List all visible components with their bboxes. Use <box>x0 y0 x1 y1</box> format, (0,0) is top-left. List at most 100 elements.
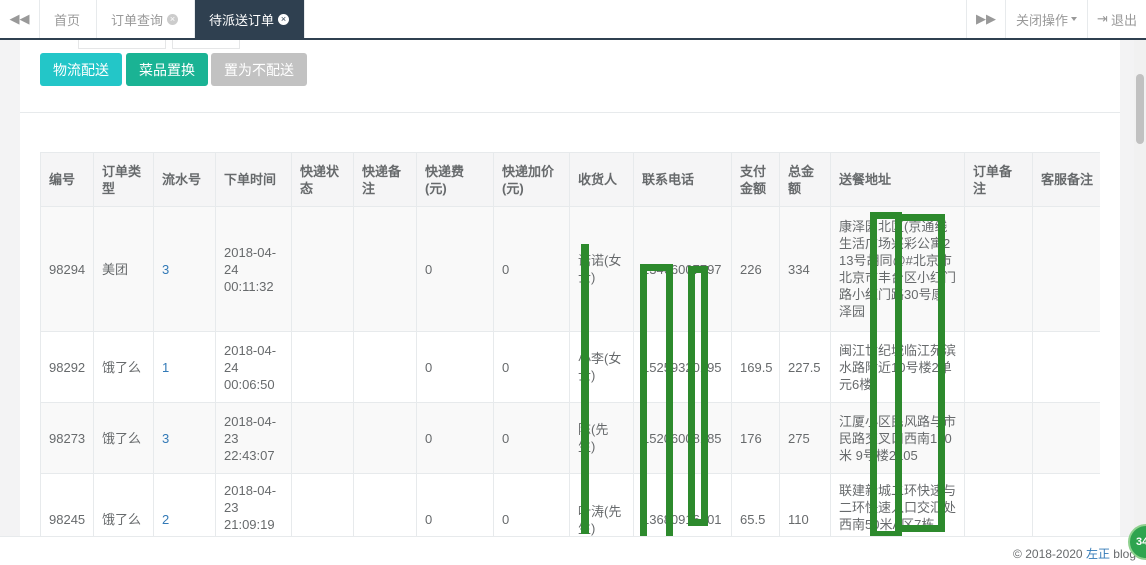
cell-serial: 1 <box>153 331 216 403</box>
cell-order-note <box>964 206 1033 332</box>
serial-link[interactable]: 3 <box>162 431 169 446</box>
cell-express-fee: 0 <box>416 402 494 474</box>
divider <box>20 112 1120 113</box>
redaction-mark <box>640 264 673 550</box>
col-header: 下单时间 <box>215 152 292 207</box>
col-header: 流水号 <box>153 152 216 207</box>
scroll-tabs-right-button[interactable]: ▶▶ <box>966 0 1006 38</box>
cell-service-note <box>1032 402 1100 474</box>
cell-type: 饿了么 <box>93 402 154 474</box>
cell-type: 饿了么 <box>93 331 154 403</box>
set-no-delivery-button[interactable]: 置为不配送 <box>211 53 307 86</box>
cell-service-note <box>1032 331 1100 403</box>
cell-pay: 226 <box>731 206 780 332</box>
cell-serial: 3 <box>153 402 216 474</box>
logout-icon: ⇥ <box>1097 11 1108 26</box>
cell-express-add: 0 <box>493 206 570 332</box>
footer: © 2018-2020 左正 blog <box>0 536 1146 565</box>
cell-express-add: 0 <box>493 473 570 536</box>
redaction-mark <box>688 266 708 526</box>
cell-express-status <box>291 402 354 474</box>
cell-id: 98292 <box>40 331 94 403</box>
author-link[interactable]: 左正 <box>1086 547 1110 561</box>
tab-bar: ◀◀ 首页 订单查询 × 待派送订单 × ▶▶ 关闭操作 ⇥ 退出 <box>0 0 1146 40</box>
cell-express-note <box>353 206 417 332</box>
cell-type: 美团 <box>93 206 154 332</box>
serial-link[interactable]: 1 <box>162 360 169 375</box>
cell-id: 98245 <box>40 473 94 536</box>
cell-order-note <box>964 331 1033 403</box>
col-header: 快递状态 <box>291 152 354 207</box>
cell-service-note <box>1032 473 1100 536</box>
close-operations-dropdown[interactable]: 关闭操作 <box>1006 0 1088 38</box>
tab-pending-orders[interactable]: 待派送订单 × <box>195 0 305 38</box>
copyright: © 2018-2020 左正 blog <box>1013 547 1136 561</box>
redaction-mark <box>581 244 589 534</box>
cell-order-note <box>964 402 1033 474</box>
cell-receiver: 叶涛(先生) <box>569 473 634 536</box>
cell-time: 2018-04-23 22:43:07 <box>215 402 292 474</box>
col-header: 订单备注 <box>964 152 1033 207</box>
cell-total: 227.5 <box>779 331 831 403</box>
cell-receiver: 小李(女士) <box>569 331 634 403</box>
cell-express-note <box>353 402 417 474</box>
cell-id: 98294 <box>40 206 94 332</box>
cell-serial: 2 <box>153 473 216 536</box>
cell-receiver: 诺诺(女士) <box>569 206 634 332</box>
cell-type: 饿了么 <box>93 473 154 536</box>
caret-down-icon <box>1071 17 1077 21</box>
cell-pay: 169.5 <box>731 331 780 403</box>
table-header-row: 编号 订单类型 流水号 下单时间 快递状态 快递备注 快递费(元) 快递加价(元… <box>40 152 1100 207</box>
cell-total: 334 <box>779 206 831 332</box>
dish-replace-button[interactable]: 菜品置换 <box>126 53 208 86</box>
col-header: 快递加价(元) <box>493 152 570 207</box>
col-header: 收货人 <box>569 152 634 207</box>
col-header: 快递费(元) <box>416 152 494 207</box>
cell-express-status <box>291 331 354 403</box>
col-header: 订单类型 <box>93 152 154 207</box>
tab-order-query[interactable]: 订单查询 × <box>97 0 195 38</box>
redaction-mark <box>895 214 945 532</box>
content-panel: 物流配送 菜品置换 置为不配送 编号 订单类型 流水号 下单时间 快递状态 快递… <box>20 40 1120 536</box>
cell-express-status <box>291 473 354 536</box>
cell-pay: 65.5 <box>731 473 780 536</box>
logistics-delivery-button[interactable]: 物流配送 <box>40 53 122 86</box>
cell-order-note <box>964 473 1033 536</box>
cell-express-status <box>291 206 354 332</box>
filter-input[interactable] <box>78 40 166 49</box>
col-header: 编号 <box>40 152 94 207</box>
cell-express-fee: 0 <box>416 473 494 536</box>
close-tab-icon[interactable]: × <box>167 13 179 25</box>
col-header: 快递备注 <box>353 152 417 207</box>
col-header: 支付金额 <box>731 152 780 207</box>
cell-service-note <box>1032 206 1100 332</box>
cell-time: 2018-04-24 00:06:50 <box>215 331 292 403</box>
serial-link[interactable]: 2 <box>162 512 169 527</box>
col-header: 总金额 <box>779 152 831 207</box>
col-header: 客服备注 <box>1032 152 1100 207</box>
vertical-scrollbar[interactable] <box>1134 40 1146 536</box>
cell-pay: 176 <box>731 402 780 474</box>
cell-id: 98273 <box>40 402 94 474</box>
close-tab-icon[interactable]: × <box>278 13 290 25</box>
cell-express-add: 0 <box>493 331 570 403</box>
logout-button[interactable]: ⇥ 退出 <box>1088 0 1146 38</box>
tab-home[interactable]: 首页 <box>40 0 97 38</box>
cell-total: 275 <box>779 402 831 474</box>
cell-time: 2018-04-24 00:11:32 <box>215 206 292 332</box>
serial-link[interactable]: 3 <box>162 262 169 277</box>
scroll-tabs-left-button[interactable]: ◀◀ <box>0 0 40 38</box>
filter-input[interactable] <box>172 40 240 49</box>
cell-receiver: 陈(先生) <box>569 402 634 474</box>
cell-total: 110 <box>779 473 831 536</box>
cell-time: 2018-04-23 21:09:19 <box>215 473 292 536</box>
cell-serial: 3 <box>153 206 216 332</box>
double-chevron-right-icon: ▶▶ <box>976 11 996 26</box>
cell-express-fee: 0 <box>416 331 494 403</box>
cell-express-note <box>353 473 417 536</box>
cell-express-note <box>353 331 417 403</box>
double-chevron-left-icon: ◀◀ <box>9 11 30 26</box>
scrollbar-thumb[interactable] <box>1136 74 1144 144</box>
col-header: 送餐地址 <box>830 152 965 207</box>
cell-express-add: 0 <box>493 402 570 474</box>
